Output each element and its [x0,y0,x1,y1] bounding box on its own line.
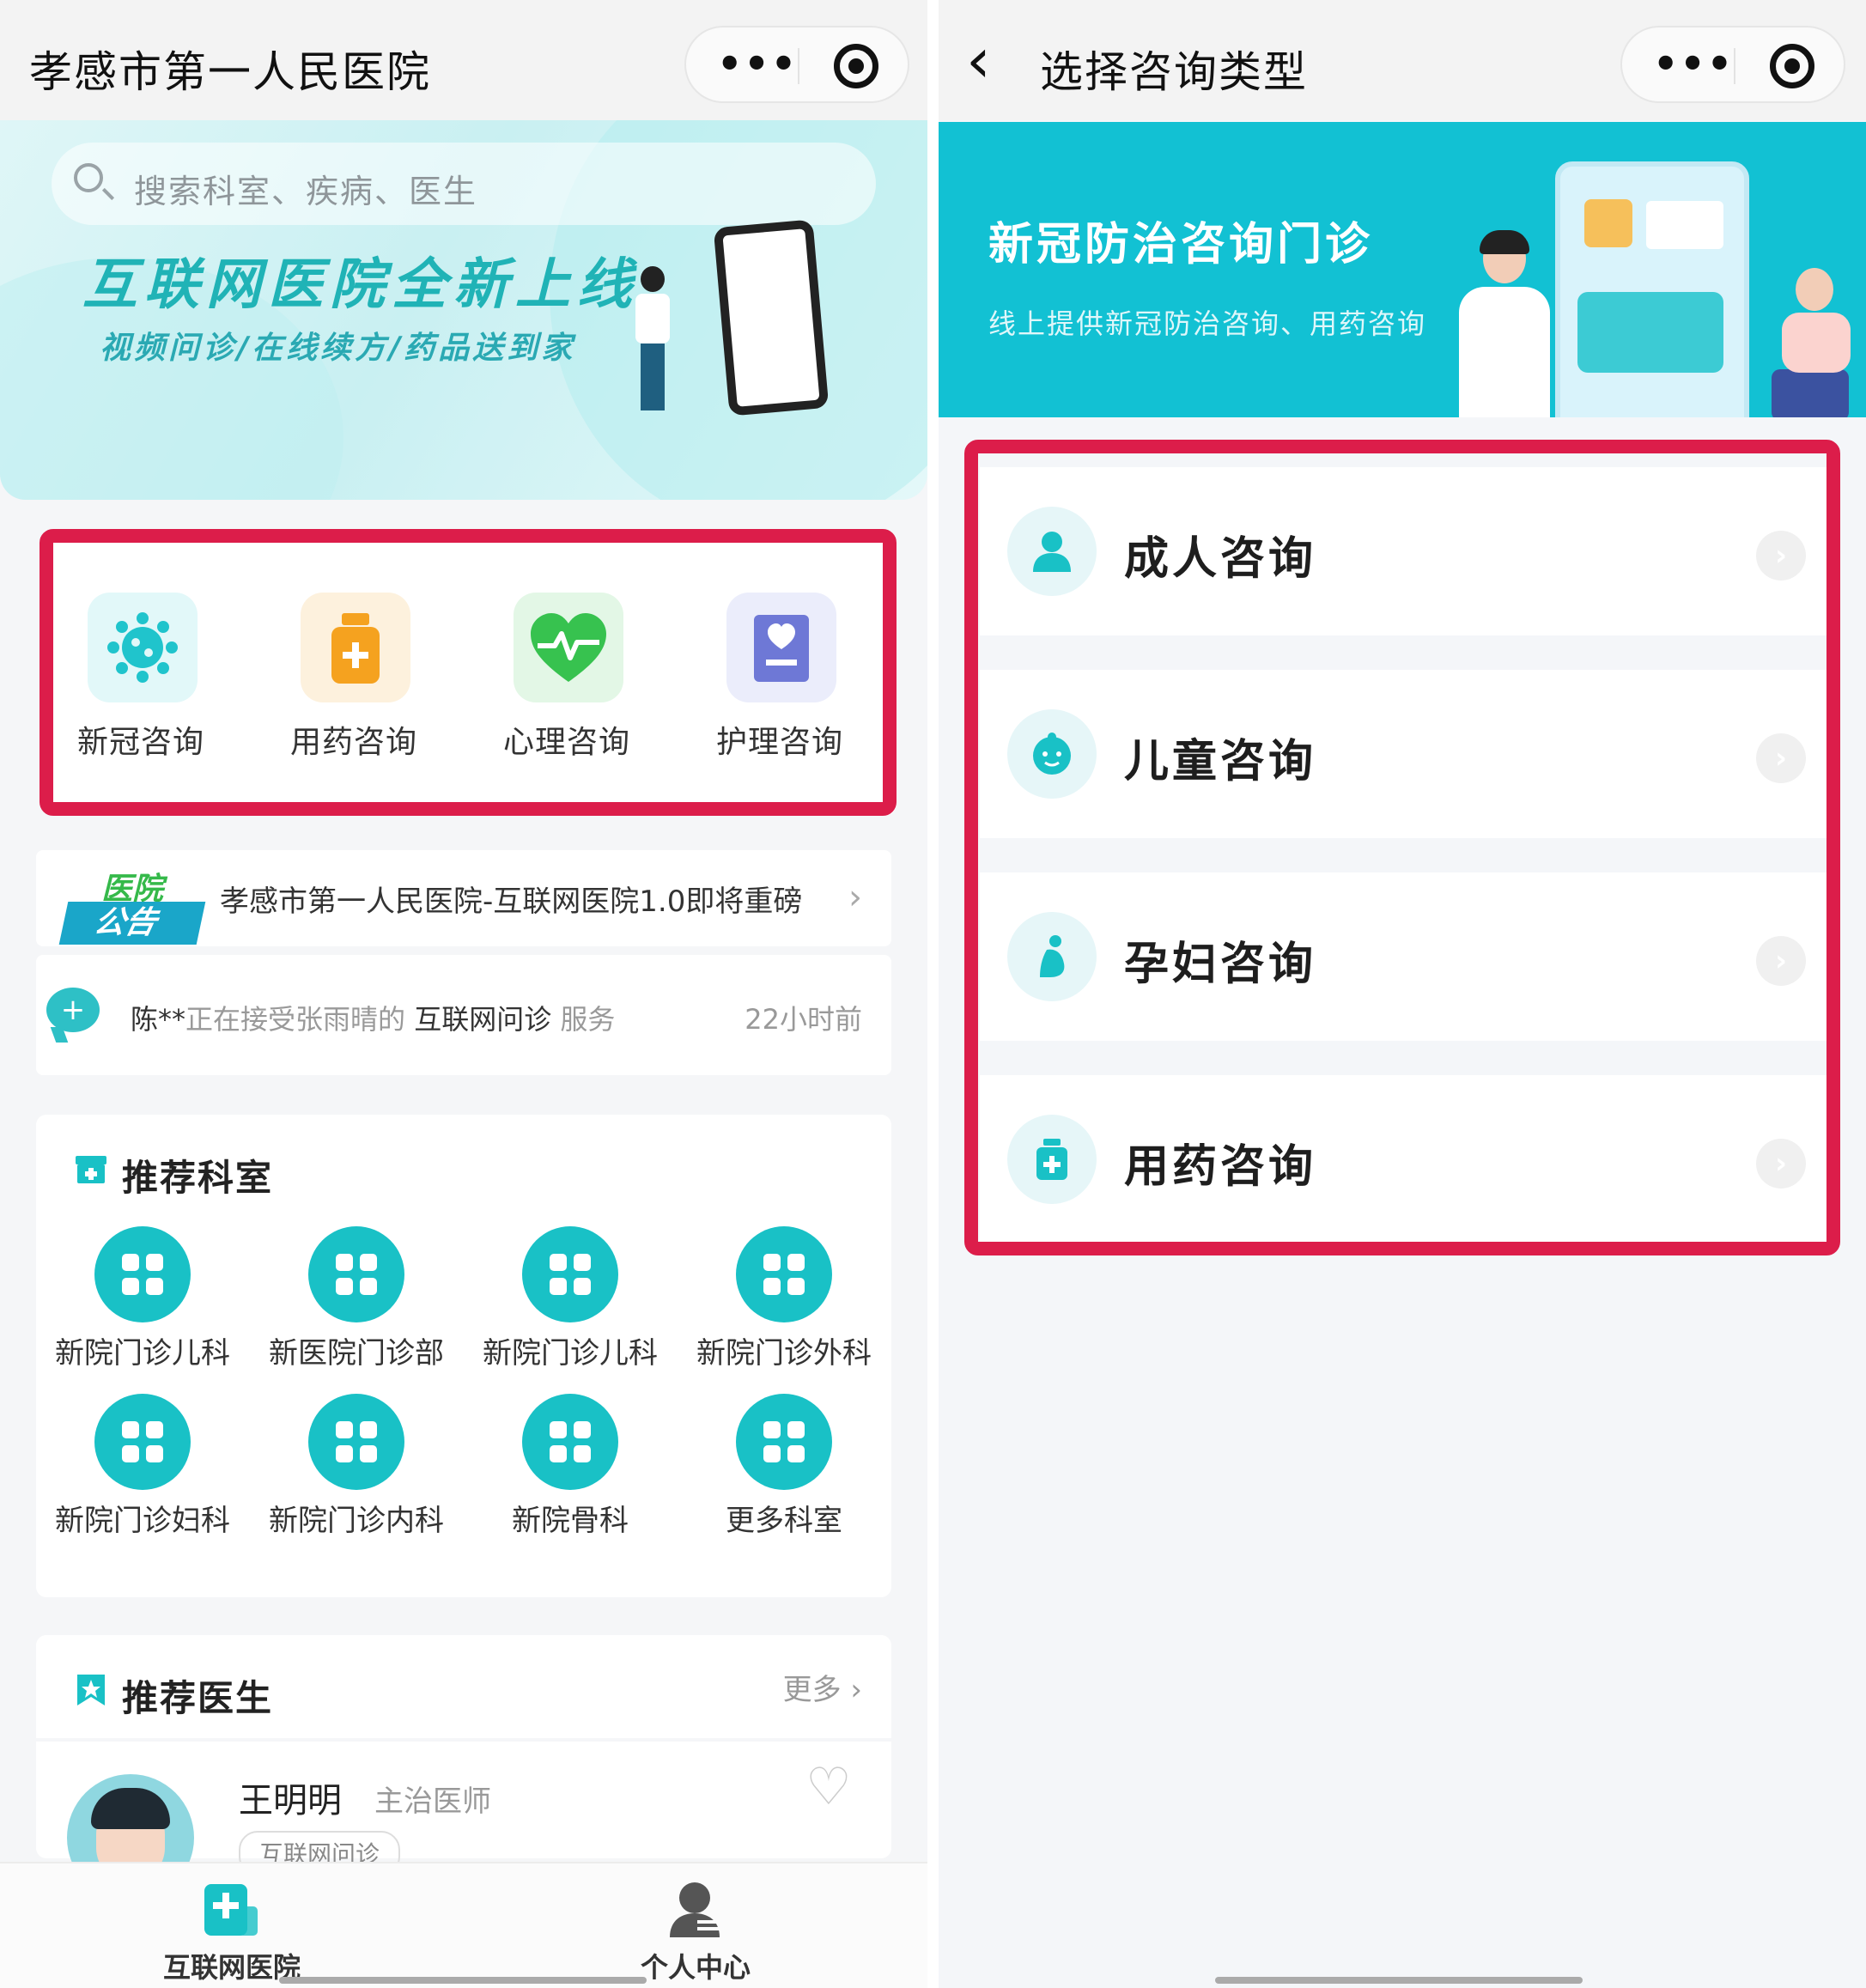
banner-subline: 视频问诊/在线续方/药品送到家 [100,331,576,366]
mini-program-capsule: ••• [1620,26,1845,103]
banner-subtitle: 线上提供新冠防治咨询、用药咨询 [988,307,1427,340]
recommended-doctors: 推荐医生 更多 › 王明明 主治医师 互联网问诊 ♡ [36,1635,891,1901]
capsule-divider [798,48,799,84]
activity-line: 陈**正在接受张雨晴的 互联网问诊 服务 [131,998,615,1037]
chevron-right-icon: › [848,878,862,917]
doctor-name: 王明明 [239,1781,342,1821]
department-item[interactable]: 新院门诊外科 [678,1226,890,1372]
department-label: 新院骨科 [512,1504,629,1538]
more-menu-icon[interactable]: ••• [1653,44,1732,83]
search-input[interactable]: 搜索科室、疾病、医生 [52,143,876,225]
highlight-frame [964,440,1840,1255]
department-label: 更多科室 [726,1504,842,1538]
doctor-title: 主治医师 [374,1784,491,1819]
tab-internet-hospital[interactable]: 互联网医院 [103,1876,361,1984]
favorite-heart-icon[interactable]: ♡ [805,1761,857,1813]
recommended-departments: 推荐科室 新院门诊儿科 新医院门诊部 新院门诊儿科 新院门诊外科 新院门诊妇科 … [36,1115,891,1597]
department-item[interactable]: 新院门诊妇科 [36,1394,249,1540]
search-placeholder: 搜索科室、疾病、医生 [134,173,478,210]
department-label: 新院门诊外科 [696,1336,872,1371]
chat-bubble-icon: + [46,988,100,1032]
department-grid-icon [94,1394,191,1490]
department-grid-icon [308,1394,404,1490]
mini-program-capsule: ••• [684,26,909,103]
banner-headline: 互联网医院全新上线 [82,253,639,317]
department-label: 新院门诊妇科 [55,1504,230,1538]
page-title: 选择咨询类型 [1040,47,1308,97]
highlight-frame [40,529,897,816]
doctor-illustration [635,266,670,412]
department-item[interactable]: 新院骨科 [464,1394,677,1540]
left-screen: 孝感市第一人民医院 ••• 搜索科室、疾病、医生 互联网医院全新上线 视频问诊/… [0,0,927,1988]
section-title: 推荐医生 [122,1677,274,1719]
department-label: 新院门诊内科 [269,1504,444,1538]
capsule-divider [1734,48,1735,84]
notice-text: 孝感市第一人民医院-互联网医院1.0即将重磅 [220,885,803,919]
home-indicator [1215,1977,1583,1984]
activity-user: 陈** [131,1003,186,1036]
department-item[interactable]: 新院门诊儿科 [464,1226,677,1372]
notice-tag-bottom: 公告 [58,902,206,945]
department-grid-icon [522,1226,618,1322]
activity-time: 22小时前 [745,1003,862,1036]
back-arrow-icon[interactable]: ‹ [966,26,991,94]
more-departments-button[interactable]: 更多科室 [678,1394,890,1540]
person-icon [670,1882,721,1937]
activity-action: 正在接受张雨晴的 [185,1003,406,1036]
department-item[interactable]: 新院门诊儿科 [36,1226,249,1372]
department-label: 新院门诊儿科 [55,1336,230,1371]
right-screen: ‹ 选择咨询类型 ••• 新冠防治咨询门诊 线上提供新冠防治咨询、用药咨询 成人… [939,0,1866,1988]
department-label: 新医院门诊部 [269,1336,444,1371]
more-menu-icon[interactable]: ••• [717,44,796,83]
department-item[interactable]: 新医院门诊部 [250,1226,463,1372]
hospital-plus-icon [204,1884,258,1936]
department-item[interactable]: 新院门诊内科 [250,1394,463,1540]
department-label: 新院门诊儿科 [483,1336,658,1371]
patient-illustration [1763,268,1857,417]
divider [36,1738,891,1742]
close-mini-program-icon[interactable] [1770,44,1814,88]
department-grid-icon [736,1226,832,1322]
activity-suffix: 服务 [560,1003,616,1036]
tab-personal-center[interactable]: 个人中心 [567,1876,824,1984]
department-grid-icon [94,1226,191,1322]
promo-banner[interactable]: 搜索科室、疾病、医生 互联网医院全新上线 视频问诊/在线续方/药品送到家 [0,120,927,500]
bookmark-star-icon [77,1675,105,1705]
page-title: 孝感市第一人民医院 [29,47,431,97]
search-icon [74,163,103,192]
activity-service: 互联网问诊 [414,1003,552,1036]
notice-tag: 医院 公告 [48,864,228,945]
tablet-illustration [1555,161,1749,417]
home-indicator [279,1977,647,1984]
phone-illustration [713,219,830,416]
navigation-bar: ‹ 选择咨询类型 ••• [939,0,1866,120]
tab-bar: 互联网医院 个人中心 [0,1862,927,1988]
more-doctors-link[interactable]: 更多 › [783,1666,862,1708]
close-mini-program-icon[interactable] [834,44,878,88]
section-title: 推荐科室 [122,1157,274,1199]
chevron-right-icon: › [850,1673,862,1707]
department-grid-icon [308,1226,404,1322]
navigation-bar: 孝感市第一人民医院 ••• [0,0,927,120]
activity-feed: + 陈**正在接受张雨晴的 互联网问诊 服务 22小时前 [36,955,891,1075]
doctor-illustration [1454,230,1550,417]
department-grid-icon [736,1394,832,1490]
hospital-notice[interactable]: 医院 公告 孝感市第一人民医院-互联网医院1.0即将重磅 › [36,850,891,946]
covid-clinic-banner: 新冠防治咨询门诊 线上提供新冠防治咨询、用药咨询 [939,122,1866,417]
more-label: 更多 [782,1673,842,1707]
department-grid-icon [522,1394,618,1490]
banner-title: 新冠防治咨询门诊 [988,219,1374,271]
department-store-icon [76,1156,106,1183]
